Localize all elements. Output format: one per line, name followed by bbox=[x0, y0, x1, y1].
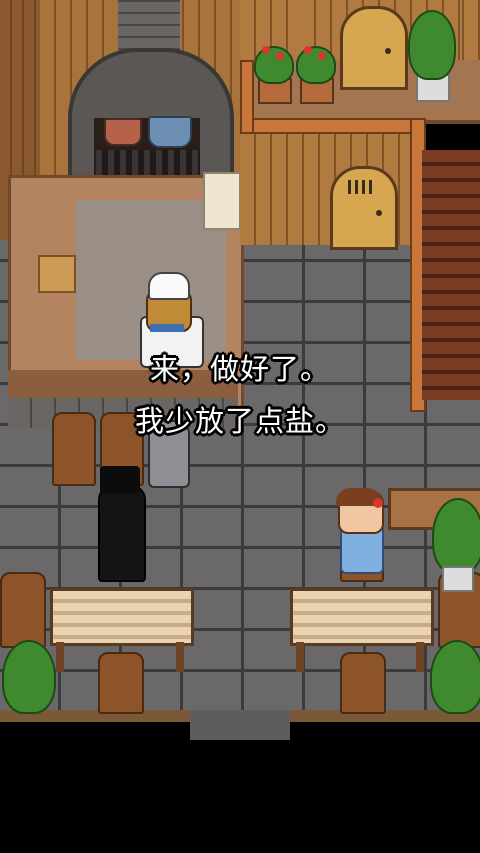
hair-bow-icon bbox=[373, 498, 383, 508]
dialogue-line-2[interactable]: 我少放了点盐。 bbox=[0, 398, 480, 440]
table-leg bbox=[176, 642, 184, 672]
entrance-step bbox=[190, 710, 290, 740]
plant-pot-icon bbox=[442, 566, 474, 592]
chair bbox=[0, 572, 46, 648]
red-flower-icon bbox=[318, 52, 326, 60]
refrigerator-icon bbox=[203, 172, 241, 230]
dining-table-left[interactable] bbox=[50, 588, 194, 646]
top-hat-icon bbox=[100, 466, 140, 494]
door-knob-icon bbox=[376, 210, 382, 216]
balcony-post-left bbox=[240, 60, 254, 134]
red-flower-icon bbox=[304, 46, 312, 54]
potted-plant-icon bbox=[408, 10, 456, 80]
upper-door[interactable] bbox=[340, 6, 408, 90]
red-flower-icon bbox=[262, 46, 270, 54]
red-flower-icon bbox=[276, 52, 284, 60]
door-knob-icon bbox=[385, 48, 391, 54]
blue-pot-icon bbox=[148, 116, 192, 148]
lower-door[interactable] bbox=[330, 166, 398, 250]
chef-hat-icon bbox=[148, 272, 190, 300]
chair bbox=[340, 652, 386, 714]
chef-collar bbox=[150, 324, 184, 332]
plant-leaves-icon bbox=[254, 46, 294, 84]
table-leg bbox=[56, 642, 64, 672]
table-leg bbox=[416, 642, 424, 672]
plant-leaves-icon bbox=[296, 46, 336, 84]
dialogue-line-1[interactable]: 来，做好了。 bbox=[0, 346, 480, 388]
dining-table-right[interactable] bbox=[290, 588, 434, 646]
potted-plant-icon bbox=[432, 498, 480, 574]
copper-pot-icon bbox=[104, 118, 142, 146]
door-window-icon bbox=[348, 180, 376, 194]
potted-plant-icon bbox=[2, 640, 56, 714]
black-hat-customer[interactable] bbox=[98, 484, 146, 582]
game-scene[interactable]: 来，做好了。 我少放了点盐。 bbox=[0, 0, 480, 853]
potted-plant-icon bbox=[430, 640, 480, 714]
balcony-railing bbox=[240, 118, 424, 134]
chair bbox=[98, 652, 144, 714]
cutting-board-icon bbox=[38, 255, 76, 293]
table-leg bbox=[296, 642, 304, 672]
